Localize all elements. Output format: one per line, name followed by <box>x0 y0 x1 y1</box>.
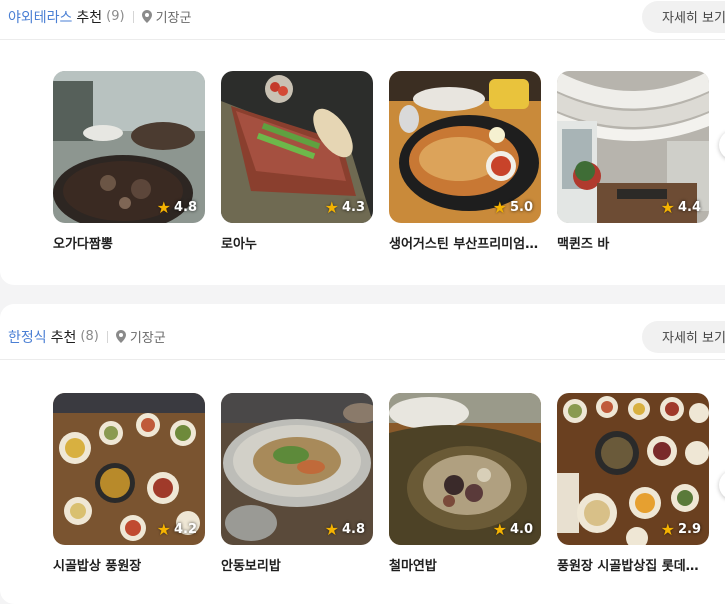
location-pin-icon <box>141 10 152 23</box>
restaurant-name[interactable]: 오가다짬뽕 <box>53 233 205 252</box>
rating-value: 4.0 <box>509 522 533 537</box>
section-count: (8) <box>80 329 99 344</box>
rating-badge: ★ 5.0 <box>493 198 533 217</box>
rating-value: 4.2 <box>173 522 197 537</box>
divider <box>106 330 108 343</box>
restaurant-card[interactable]: ★ 4.8 오가다짬뽕 <box>53 71 205 252</box>
recommend-section-terrace: 야외테라스 추천 (9) 기장군 자세히 보기 ★ 4.8 오가다짬뽕 ★ 4.… <box>0 0 725 285</box>
restaurant-card[interactable]: ★ 4.3 로아누 <box>221 71 373 252</box>
restaurant-name[interactable]: 생어거스틴 부산프리미엄아울렛점 <box>389 233 541 252</box>
rating-value: 5.0 <box>509 200 533 215</box>
location-pin-icon <box>115 330 126 343</box>
rating-badge: ★ 4.8 <box>157 198 197 217</box>
rating-badge: ★ 4.8 <box>325 520 365 539</box>
section-category[interactable]: 한정식 <box>8 327 47 347</box>
section-suffix: 추천 <box>50 329 77 346</box>
more-button[interactable]: 자세히 보기 <box>642 320 725 353</box>
rating-value: 4.4 <box>677 200 701 215</box>
scroll-next-icon[interactable] <box>719 470 725 500</box>
star-icon: ★ <box>324 520 339 539</box>
rating-value: 4.8 <box>341 522 365 537</box>
section-location: 기장군 <box>141 7 192 26</box>
rating-value: 4.8 <box>173 200 197 215</box>
section-location: 기장군 <box>115 327 166 346</box>
restaurant-photo[interactable]: ★ 4.8 <box>221 393 373 545</box>
restaurant-photo[interactable]: ★ 5.0 <box>389 71 541 223</box>
location-text: 기장군 <box>129 331 166 346</box>
section-count: (9) <box>106 9 125 24</box>
restaurant-card[interactable]: ★5.0 생어거스틴 부산프리미엄아울렛점 <box>389 71 541 252</box>
section-category[interactable]: 야외테라스 <box>8 7 72 27</box>
star-icon: ★ <box>660 198 675 217</box>
restaurant-card[interactable]: ★ 4.4 맥퀸즈 바 <box>557 71 709 252</box>
star-icon: ★ <box>324 198 339 217</box>
rating-badge: ★ 2.9 <box>661 520 701 539</box>
restaurant-photo[interactable]: ★ 4.4 <box>557 71 709 223</box>
restaurant-card[interactable]: ★ 4.0 철마연밥 <box>389 393 541 574</box>
restaurant-card[interactable]: ★ 2.9 풍원장 시골밥상집 롯데몰점 <box>557 393 709 574</box>
rating-badge: ★ 4.0 <box>493 520 533 539</box>
section-header: 야외테라스 추천 (9) 기장군 자세히 보기 <box>0 0 725 40</box>
restaurant-name[interactable]: 철마연밥 <box>389 555 541 574</box>
divider <box>132 10 134 23</box>
restaurant-photo[interactable]: ★ 4.3 <box>221 71 373 223</box>
restaurant-name[interactable]: 로아누 <box>221 233 373 252</box>
section-header: 한정식 추천 (8) 기장군 자세히 보기 <box>0 314 725 360</box>
section-suffix: 추천 <box>76 9 103 26</box>
restaurant-photo[interactable]: ★ 4.8 <box>53 71 205 223</box>
restaurant-card[interactable]: ★ 4.2 시골밥상 풍원장 <box>53 393 205 574</box>
rating-badge: ★ 4.3 <box>325 198 365 217</box>
star-icon: ★ <box>492 198 507 217</box>
rating-badge: ★ 4.4 <box>661 198 701 217</box>
location-text: 기장군 <box>155 11 192 26</box>
rating-value: 4.3 <box>341 200 365 215</box>
restaurant-photo[interactable]: ★ 4.2 <box>53 393 205 545</box>
scroll-next-icon[interactable] <box>719 130 725 160</box>
restaurant-card[interactable]: ★ 4.8 안동보리밥 <box>221 393 373 574</box>
restaurant-name[interactable]: 시골밥상 풍원장 <box>53 555 205 574</box>
star-icon: ★ <box>660 520 675 539</box>
restaurant-name[interactable]: 안동보리밥 <box>221 555 373 574</box>
recommend-section-korean: 한정식 추천 (8) 기장군 자세히 보기 ★ 4.2 시골밥상 풍원장 ★ 4… <box>0 304 725 604</box>
rating-value: 2.9 <box>677 522 701 537</box>
more-button[interactable]: 자세히 보기 <box>642 0 725 33</box>
star-icon: ★ <box>156 520 171 539</box>
restaurant-photo[interactable]: ★ 2.9 <box>557 393 709 545</box>
restaurant-name[interactable]: 맥퀸즈 바 <box>557 233 709 252</box>
rating-badge: ★ 4.2 <box>157 520 197 539</box>
star-icon: ★ <box>492 520 507 539</box>
restaurant-photo[interactable]: ★ 4.0 <box>389 393 541 545</box>
restaurant-name[interactable]: 풍원장 시골밥상집 롯데몰점 <box>557 555 709 574</box>
star-icon: ★ <box>156 198 171 217</box>
